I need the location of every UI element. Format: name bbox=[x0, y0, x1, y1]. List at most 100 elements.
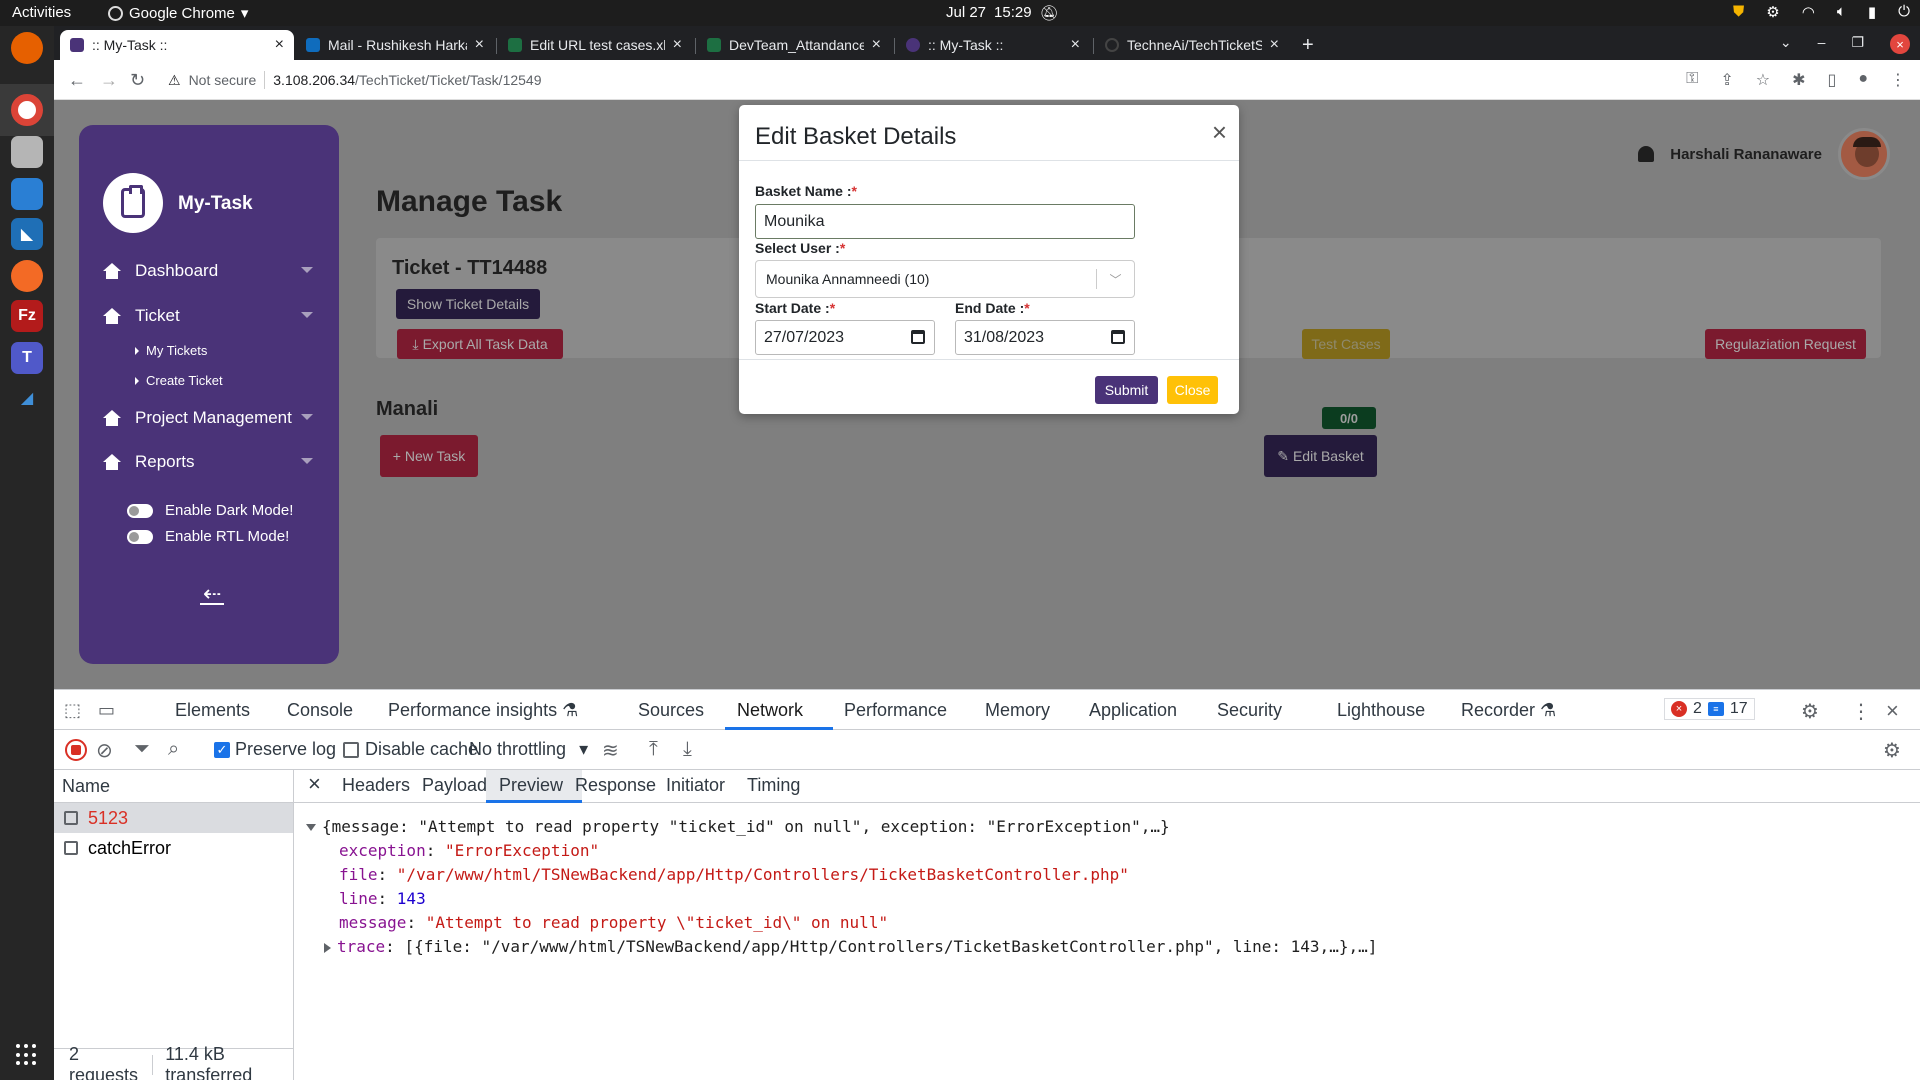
new-task-button[interactable]: + New Task bbox=[380, 435, 478, 477]
calendar-icon[interactable] bbox=[1111, 330, 1125, 344]
new-tab-button[interactable]: + bbox=[1292, 30, 1322, 60]
app-menu[interactable]: Google Chrome ▾ bbox=[108, 4, 248, 22]
teams-icon[interactable]: T bbox=[11, 342, 43, 374]
tab-lighthouse[interactable]: Lighthouse bbox=[1337, 700, 1425, 721]
gear-icon[interactable]: ⚙ bbox=[1801, 699, 1819, 724]
show-ticket-details-button[interactable]: Show Ticket Details bbox=[396, 289, 540, 319]
network-conditions-icon[interactable]: ≋ bbox=[602, 738, 619, 763]
filter-icon[interactable]: ⏷ bbox=[134, 738, 150, 761]
extensions-icon[interactable]: ✱ bbox=[1792, 70, 1805, 90]
more-menu-icon[interactable]: ⋮ bbox=[1890, 70, 1906, 90]
end-date-input[interactable]: 31/08/2023 bbox=[955, 320, 1135, 355]
sidebar-subitem-my-tickets[interactable]: My Tickets bbox=[135, 343, 207, 358]
key-icon[interactable]: ⚿ bbox=[1686, 70, 1698, 90]
browser-tab-3[interactable]: DevTeam_Attandance.xls × bbox=[697, 30, 891, 60]
omnibox[interactable]: ⚠ Not secure 3.108.206.34/TechTicket/Tic… bbox=[162, 64, 1712, 96]
files-icon[interactable] bbox=[11, 136, 43, 168]
preserve-log-checkbox[interactable]: ✓ bbox=[214, 742, 230, 758]
inspect-element-icon[interactable]: ⬚ bbox=[64, 700, 81, 721]
calendar-icon[interactable] bbox=[911, 330, 925, 344]
expand-triangle-icon[interactable] bbox=[324, 942, 331, 953]
browser-tab-2[interactable]: Edit URL test cases.xlsx × bbox=[498, 30, 692, 60]
tab-recorder[interactable]: Recorder ⚗ bbox=[1461, 700, 1556, 721]
close-icon[interactable]: × bbox=[1270, 36, 1279, 54]
sidebar-item-dashboard[interactable]: Dashboard bbox=[103, 261, 313, 281]
test-cases-button[interactable]: Test Cases bbox=[1302, 329, 1390, 359]
browser-tab-5[interactable]: TechneAi/TechTicketSoft × bbox=[1095, 30, 1289, 60]
preview-root-row[interactable]: {message: "Attempt to read property "tic… bbox=[306, 815, 1377, 839]
tab-performance[interactable]: Performance bbox=[844, 700, 947, 721]
filezilla-icon[interactable]: Fz bbox=[11, 300, 43, 332]
tab-console[interactable]: Console bbox=[287, 700, 353, 721]
tab-network[interactable]: Network bbox=[737, 700, 803, 721]
activities-button[interactable]: Activities bbox=[12, 4, 71, 21]
window-close-icon[interactable]: × bbox=[1890, 34, 1910, 54]
close-icon[interactable]: × bbox=[475, 36, 484, 54]
more-options-icon[interactable]: ⋮ bbox=[1851, 699, 1871, 724]
rtl-mode-toggle[interactable] bbox=[127, 529, 153, 544]
row-checkbox[interactable] bbox=[64, 811, 78, 825]
back-icon[interactable]: ← bbox=[68, 70, 86, 91]
vscode-icon[interactable]: ◣ bbox=[11, 218, 43, 250]
close-button[interactable]: Close bbox=[1167, 376, 1218, 404]
system-tray[interactable]: ⛊ ⚙ ◠ 🔈︎ ▮ ⏻ bbox=[1733, 3, 1910, 21]
minimize-icon[interactable]: – bbox=[1818, 34, 1826, 54]
restore-icon[interactable]: ❐ bbox=[1851, 34, 1864, 54]
record-stop-icon[interactable] bbox=[65, 739, 87, 761]
gear-icon[interactable]: ⚙ bbox=[1883, 738, 1901, 763]
chrome-dock-icon[interactable] bbox=[11, 94, 43, 126]
search-icon[interactable]: ⌕ bbox=[168, 738, 179, 761]
download-icon[interactable]: ⤓ bbox=[683, 738, 692, 761]
reload-icon[interactable]: ↻ bbox=[130, 70, 145, 91]
close-icon[interactable]: × bbox=[673, 36, 682, 54]
sidebar-item-project-management[interactable]: Project Management bbox=[103, 408, 313, 428]
tab-security[interactable]: Security bbox=[1217, 700, 1282, 721]
upload-icon[interactable]: ⤒ bbox=[649, 738, 658, 761]
submit-button[interactable]: Submit bbox=[1095, 376, 1158, 404]
edit-basket-button[interactable]: ✎ Edit Basket bbox=[1264, 435, 1377, 477]
clock[interactable]: Jul 27 15:29 🔕︎ bbox=[946, 4, 1059, 22]
close-devtools-icon[interactable]: × bbox=[1886, 698, 1899, 724]
device-toolbar-icon[interactable]: ▭ bbox=[98, 700, 115, 721]
show-apps-icon[interactable] bbox=[16, 1044, 38, 1066]
select-user-dropdown[interactable]: Mounika Annamneedi (10) ﹀ bbox=[755, 260, 1135, 298]
bell-icon[interactable] bbox=[1638, 146, 1655, 162]
user-name[interactable]: Harshali Rananaware bbox=[1670, 146, 1822, 163]
close-detail-icon[interactable]: × bbox=[308, 771, 321, 797]
browser-tab-0[interactable]: :: My-Task :: × bbox=[60, 30, 294, 60]
name-column-header[interactable]: Name bbox=[54, 770, 293, 803]
sidebar-item-ticket[interactable]: Ticket bbox=[103, 306, 313, 326]
collapse-sidebar-icon[interactable]: ⇠ bbox=[200, 583, 225, 605]
sidebar-item-reports[interactable]: Reports bbox=[103, 452, 313, 472]
dark-mode-toggle[interactable] bbox=[127, 503, 153, 518]
throttling-select[interactable]: No throttling ▾ bbox=[469, 739, 588, 760]
browser-tab-1[interactable]: Mail - Rushikesh Harkare - × bbox=[296, 30, 494, 60]
close-icon[interactable]: × bbox=[1212, 119, 1227, 145]
close-icon[interactable]: × bbox=[275, 36, 284, 54]
tab-timing[interactable]: Timing bbox=[747, 775, 800, 796]
tab-application[interactable]: Application bbox=[1089, 700, 1177, 721]
tab-search-icon[interactable]: ⌄ bbox=[1780, 34, 1792, 54]
sidebar-subitem-create-ticket[interactable]: Create Ticket bbox=[135, 373, 223, 388]
clear-icon[interactable]: ⊘ bbox=[96, 738, 113, 763]
row-checkbox[interactable] bbox=[64, 841, 78, 855]
tab-response[interactable]: Response bbox=[575, 775, 656, 796]
profile-icon[interactable]: ● bbox=[1858, 70, 1868, 90]
disable-cache-checkbox[interactable] bbox=[343, 742, 359, 758]
tab-payload[interactable]: Payload bbox=[422, 775, 487, 796]
forward-icon[interactable]: → bbox=[100, 70, 118, 91]
postman-icon[interactable] bbox=[11, 260, 43, 292]
request-row[interactable]: 5123 bbox=[54, 803, 293, 833]
share-icon[interactable]: ⇪ bbox=[1720, 70, 1733, 90]
export-task-data-button[interactable]: ⤓ Export All Task Data bbox=[397, 329, 563, 359]
preview-row[interactable]: trace: [{file: "/var/www/html/TSNewBacke… bbox=[306, 935, 1377, 959]
firefox-icon[interactable] bbox=[11, 32, 43, 64]
browser-tab-4[interactable]: :: My-Task :: × bbox=[896, 30, 1090, 60]
request-row[interactable]: catchError bbox=[54, 833, 293, 863]
tab-initiator[interactable]: Initiator bbox=[666, 775, 725, 796]
tab-performance-insights[interactable]: Performance insights ⚗ bbox=[388, 700, 578, 721]
close-icon[interactable]: × bbox=[1071, 36, 1080, 54]
mysql-workbench-icon[interactable]: ◢ bbox=[11, 382, 43, 414]
regularization-request-button[interactable]: Regulaziation Request bbox=[1705, 329, 1866, 359]
tab-sources[interactable]: Sources bbox=[638, 700, 704, 721]
